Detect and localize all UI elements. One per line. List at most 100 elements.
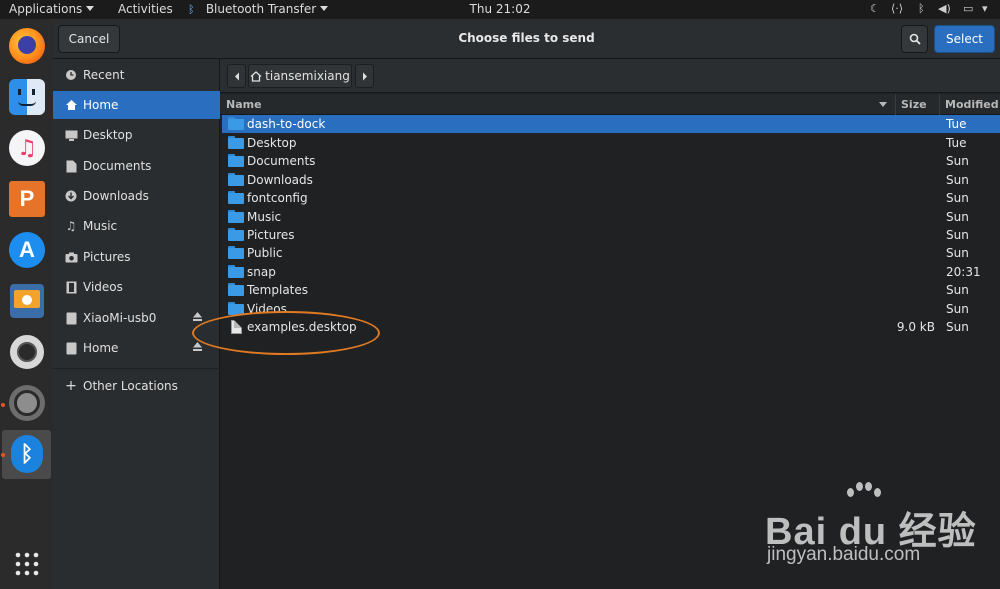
sidebar-item-music[interactable]: ♫ Music [53,212,220,240]
plus-icon: + [65,378,77,394]
file-row[interactable]: Pictures Sun [222,226,1000,244]
firefox-launcher[interactable] [6,25,48,67]
system-settings-launcher[interactable] [6,382,48,424]
file-row[interactable]: snap 20:31 [222,263,1000,281]
bluetooth-launcher[interactable]: ᛒ [6,433,48,475]
screen: Applications Activities ᛒ Bluetooth Tran… [0,0,1000,589]
bluetooth-tray-icon[interactable]: ᛒ [918,2,925,15]
file-modified: Tue [946,136,967,150]
sidebar-item-recent[interactable]: Recent [53,61,220,89]
volume-icon[interactable]: ◀) [938,2,951,15]
file-modified: Sun [946,210,969,224]
column-header-size[interactable]: Size [901,98,927,111]
watermark: Bai du 经验 jingyan.baidu.com [765,480,985,570]
path-forward-button[interactable] [355,64,374,88]
file-name: Documents [247,154,316,168]
presentation-icon: P [9,181,45,217]
file-name: Pictures [247,228,295,242]
night-light-icon[interactable]: ☾ [870,2,880,15]
sort-descending-icon[interactable] [879,102,887,107]
sidebar-item-label: Music [83,219,118,233]
document-icon [53,160,83,173]
file-name: Public [247,246,283,260]
drive-icon [53,342,83,355]
file-row[interactable]: Public Sun [222,244,1000,262]
column-separator[interactable] [939,94,940,115]
presentation-launcher[interactable]: P [6,178,48,220]
file-name: fontconfig [247,191,308,205]
folder-icon [228,210,244,223]
help-launcher[interactable] [6,331,48,373]
file-name: snap [247,265,276,279]
sidebar-item-documents[interactable]: Documents [53,152,220,180]
file-modified: Sun [946,154,969,168]
column-separator[interactable] [895,94,896,115]
file-modified: Sun [946,302,969,316]
folder-icon [228,191,244,204]
file-row[interactable]: Documents Sun [222,152,1000,170]
file-row[interactable]: Downloads Sun [222,171,1000,189]
file-name: Desktop [247,136,297,150]
folder-icon [228,117,244,130]
folder-icon [228,136,244,149]
sidebar-item-label: Other Locations [83,379,178,393]
clock[interactable]: Thu 21:02 [0,2,1000,17]
sidebar-item-videos[interactable]: Videos [53,273,220,301]
file-modified: 20:31 [946,265,981,279]
dialog-title: Choose files to send [458,31,595,45]
file-modified: Sun [946,283,969,297]
sidebar-item-label: Home [83,341,119,355]
file-row[interactable]: fontconfig Sun [222,189,1000,207]
folder-icon [228,283,244,296]
path-segment-home[interactable]: tiansemixiang [248,64,352,88]
dock: ♫ P A ᛒ [0,19,53,589]
select-button[interactable]: Select [934,25,995,53]
file-row[interactable]: Desktop Tue [222,134,1000,152]
sidebar-item-label: Downloads [83,189,149,203]
file-row[interactable]: Templates Sun [222,281,1000,299]
search-button[interactable] [901,25,928,53]
folder-icon [228,228,244,241]
show-apps-icon [15,552,39,576]
sidebar-item-home[interactable]: Home [53,91,220,119]
sidebar-item-other-locations[interactable]: + Other Locations [53,372,220,400]
finder-launcher[interactable] [6,76,48,118]
sidebar-item-pictures[interactable]: Pictures [53,243,220,271]
sidebar-item-downloads[interactable]: Downloads [53,182,220,210]
clock-icon [53,69,83,81]
folder-icon [228,173,244,186]
file-modified: Sun [946,246,969,260]
finder-icon [9,79,45,115]
cancel-button[interactable]: Cancel [58,25,120,53]
folder-icon [228,265,244,278]
music-launcher[interactable]: ♫ [6,127,48,169]
chevron-right-icon [362,72,367,80]
file-row[interactable]: dash-to-dock Tue [222,115,1000,133]
app-store-launcher[interactable]: A [6,229,48,271]
dialog-header: Cancel Choose files to send Select [53,19,1000,59]
home-icon [250,70,262,82]
sidebar-item-label: Home [83,98,119,112]
file-transfer-launcher[interactable] [6,280,48,322]
battery-icon[interactable]: ▭ [963,2,973,15]
show-apps-button[interactable] [6,543,48,585]
file-row[interactable]: Music Sun [222,208,1000,226]
sidebar-item-label: Recent [83,68,125,82]
network-icon[interactable]: ⟨·⟩ [891,2,903,15]
file-name: Music [247,210,282,224]
column-header-modified[interactable]: Modified [945,98,999,111]
sidebar-item-desktop[interactable]: Desktop [53,121,220,149]
system-menu-icon[interactable]: ▾ [982,2,988,15]
drive-icon [53,312,83,325]
path-back-button[interactable] [227,64,246,88]
running-indicator [1,403,5,407]
eject-icon[interactable] [192,341,203,355]
watermark-url: jingyan.baidu.com [767,544,921,565]
firefox-icon [9,28,45,64]
column-header-name[interactable]: Name [226,98,262,111]
sidebar-item-label: Documents [83,159,152,173]
running-indicator [1,453,5,457]
annotation-ellipse [192,311,380,355]
sidebar-item-label: Pictures [83,250,131,264]
file-modified: Sun [946,173,969,187]
